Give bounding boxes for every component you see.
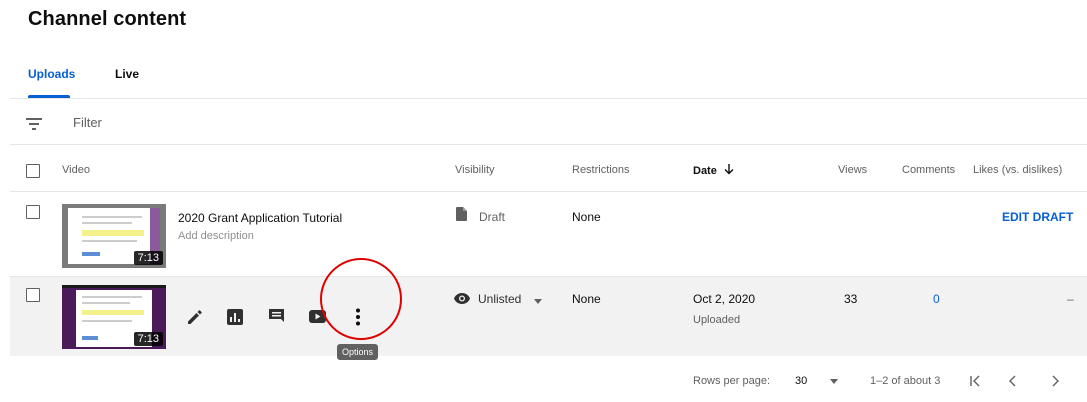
visibility-value: Draft (479, 210, 506, 224)
chevron-down-icon (533, 293, 542, 307)
first-page-icon[interactable] (970, 374, 982, 393)
tabs-divider (10, 98, 1087, 99)
filter-divider (10, 144, 1087, 145)
header-divider (10, 191, 1087, 192)
column-header-video: Video (62, 164, 90, 176)
tab-live[interactable]: Live (115, 67, 139, 81)
views-value: 33 (844, 292, 858, 306)
video-description[interactable]: Add description (178, 230, 254, 242)
options-tooltip: Options (337, 344, 379, 360)
video-thumbnail[interactable]: 7:13 (62, 285, 166, 349)
restrictions-value: None (572, 210, 601, 224)
filter-input[interactable]: Filter (73, 115, 102, 130)
chevron-down-icon (830, 375, 839, 387)
rows-per-page-select[interactable]: 30 (795, 375, 839, 387)
analytics-icon[interactable] (227, 309, 243, 330)
column-header-visibility[interactable]: Visibility (455, 164, 495, 176)
column-header-restrictions[interactable]: Restrictions (572, 164, 629, 176)
select-all-checkbox[interactable] (26, 164, 40, 178)
prev-page-icon[interactable] (1008, 374, 1018, 393)
duration-badge: 7:13 (133, 251, 163, 265)
column-header-comments[interactable]: Comments (902, 164, 955, 176)
column-header-views[interactable]: Views (838, 164, 867, 176)
annotation-circle (320, 258, 402, 340)
next-page-icon[interactable] (1050, 374, 1060, 393)
draft-icon (456, 207, 467, 226)
video-title[interactable]: 2020 Grant Application Tutorial (178, 211, 342, 225)
column-header-date[interactable]: Date (693, 164, 734, 178)
table-row-hovered (10, 277, 1087, 356)
sort-arrow-icon (724, 164, 734, 178)
date-value: Oct 2, 2020 (693, 292, 756, 306)
video-thumbnail[interactable]: 7:13 (62, 204, 166, 268)
row-checkbox[interactable] (26, 205, 40, 219)
rows-per-page-value: 30 (795, 375, 808, 387)
likes-value: – (1067, 292, 1074, 306)
restrictions-value: None (572, 292, 601, 306)
duration-badge: 7:13 (133, 332, 163, 346)
comments-icon[interactable] (268, 308, 285, 330)
date-status: Uploaded (693, 314, 741, 326)
pagination-range: 1–2 of about 3 (870, 375, 941, 387)
visibility-value: Unlisted (478, 292, 522, 306)
column-header-date-label: Date (693, 164, 717, 177)
row-checkbox[interactable] (26, 288, 40, 302)
comments-value[interactable]: 0 (933, 292, 940, 306)
visibility-select[interactable]: Unlisted (478, 292, 542, 307)
pencil-icon[interactable] (187, 309, 203, 330)
column-header-likes[interactable]: Likes (vs. dislikes) (973, 164, 1062, 176)
page-title: Channel content (28, 8, 187, 30)
edit-draft-button[interactable]: EDIT DRAFT (1002, 210, 1073, 224)
eye-icon (454, 291, 470, 309)
tab-uploads[interactable]: Uploads (28, 67, 75, 81)
filter-icon[interactable] (26, 116, 42, 135)
rows-per-page-label: Rows per page: (693, 375, 771, 387)
